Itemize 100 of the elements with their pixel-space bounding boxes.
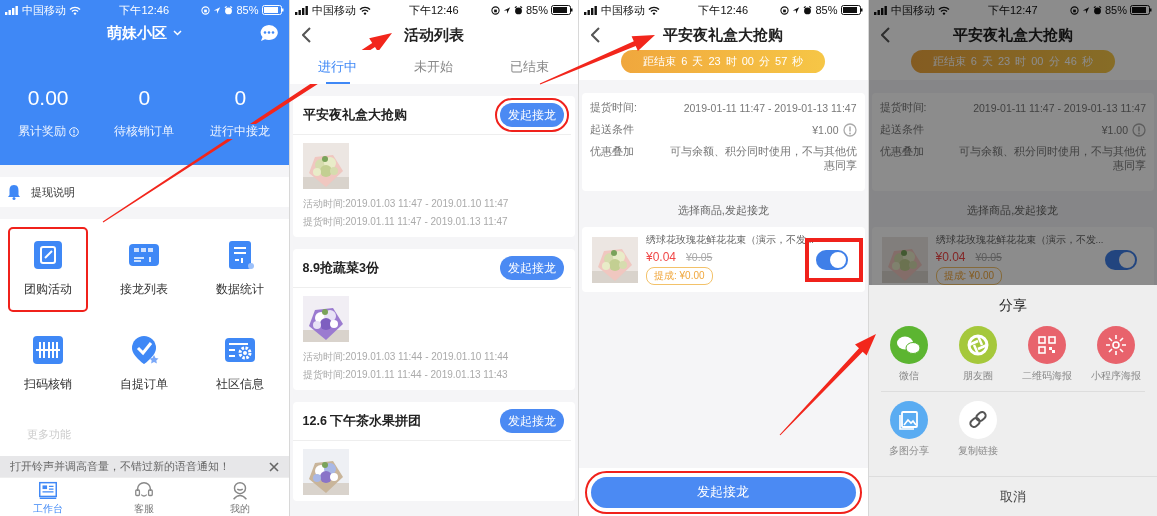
tab[interactable]: 已结束: [481, 50, 578, 84]
stat-label: 待核销订单: [114, 124, 175, 139]
tab-bar-item[interactable]: 我的: [192, 478, 289, 516]
time-range: 提货时间:2019.01.11 11:44 - 2019.01.13 11:43: [301, 368, 509, 382]
rotation-lock-icon: [780, 5, 790, 15]
battery-icon: [840, 5, 863, 15]
stat-label: 累计奖励: [17, 124, 66, 139]
stat-label: 进行中接龙: [210, 124, 271, 139]
countdown: 距结束 6 天 23 时 00 分 57 秒: [621, 50, 826, 73]
signal-icon: [294, 5, 309, 15]
notice-text[interactable]: 提现说明: [31, 184, 75, 200]
wifi-icon: [69, 5, 81, 15]
location-icon: [213, 5, 222, 15]
feature-button[interactable]: 接龙列表: [106, 229, 183, 310]
page-title: 活动列表: [402, 25, 465, 45]
feature-button[interactable]: 社区信息: [202, 324, 279, 405]
info-value: 可与余额、积分同时使用，不与其他优惠同享: [958, 145, 1146, 173]
status-time: 下午12:46: [409, 2, 459, 18]
carrier-name: 中国移动: [601, 2, 645, 18]
activity-card[interactable]: 8.9抢蔬菜3份 发起接龙 活动时间:2019.01.03 11:44 - 2019.01.10 11:44 提货时间:2019.01.11 11:44 - 2019.01.13 11:43: [292, 249, 575, 390]
status-time: 下午12:46: [119, 2, 169, 18]
share-option[interactable]: 小程序海报: [1081, 325, 1151, 383]
battery-icon: [551, 5, 573, 15]
battery-percent: 85%: [236, 4, 259, 16]
battery-icon: [1130, 5, 1152, 15]
close-icon[interactable]: [268, 461, 279, 472]
feature-button[interactable]: 自提订单: [106, 324, 183, 405]
chevron-down-icon[interactable]: [172, 30, 182, 36]
countdown: 距结束 6 天 23 时 00 分 46 秒: [910, 50, 1115, 73]
stat-value: 0: [138, 86, 151, 110]
activity-title: 12.6 下午茶水果拼团: [302, 412, 422, 430]
info-value: 2019-01-11 11:47 - 2019-01-13 11:47: [973, 102, 1146, 114]
share-option[interactable]: 复制链接: [943, 400, 1013, 458]
chat-icon[interactable]: [258, 24, 279, 42]
feature-button[interactable]: 数据统计: [202, 229, 279, 310]
info-label: 起送条件: [879, 123, 925, 137]
page-title: 平安夜礼盒大抢购: [951, 25, 1074, 45]
start-button[interactable]: 发起接龙: [500, 256, 564, 280]
price: ¥0.04: [646, 250, 677, 264]
location-icon: [502, 5, 511, 15]
stat-value: 0: [234, 86, 247, 110]
time-range: 提货时间:2019.01.11 11:47 - 2019.01.13 11:47: [301, 215, 509, 229]
wifi-icon: [358, 5, 371, 15]
carrier-name: 中国移动: [311, 2, 356, 18]
tab-bar-item[interactable]: 工作台: [0, 478, 97, 516]
price: ¥0.04: [935, 250, 966, 264]
bell-icon: [7, 184, 21, 200]
product-name: 绣球花玫瑰花鲜花花束（演示，不发...: [935, 234, 1104, 247]
feature-button[interactable]: 扫码核销: [10, 324, 87, 405]
alarm-icon: [513, 5, 523, 15]
time-range: 活动时间:2019.01.03 11:44 - 2019.01.10 11:44: [301, 350, 510, 364]
info-value: ¥1.00: [812, 124, 839, 136]
feature-button[interactable]: 团购活动: [10, 229, 87, 310]
alarm-icon: [224, 5, 234, 15]
time-range: 活动时间:2019.01.03 11:47 - 2019.01.10 11:47: [301, 197, 510, 211]
rotation-lock-icon: [490, 5, 500, 15]
share-option[interactable]: 朋友圈: [943, 325, 1013, 383]
info-value: 2019-01-11 11:47 - 2019-01-13 11:47: [683, 102, 857, 114]
status-time: 下午12:46: [698, 2, 748, 18]
info-value: 可与余额、积分同时使用，不与其他优惠同享: [668, 145, 857, 173]
battery-icon: [261, 5, 284, 15]
info-value: ¥1.00: [1101, 124, 1128, 136]
info-label: 起送条件: [590, 123, 635, 137]
alarm-icon: [803, 5, 813, 15]
commission-tag: 提成: ¥0.00: [646, 267, 713, 285]
status-time: 下午12:47: [988, 2, 1038, 18]
carrier-name: 中国移动: [22, 2, 66, 18]
toggle-switch[interactable]: [815, 249, 848, 270]
edit-icon: [32, 239, 65, 271]
tab[interactable]: 未开始: [385, 50, 482, 84]
page-title: 平安夜礼盒大抢购: [662, 25, 785, 45]
info-label: 提货时间:: [879, 101, 928, 115]
info-label: 优惠叠加: [879, 145, 925, 159]
activity-card[interactable]: 12.6 下午茶水果拼团 发起接龙: [292, 402, 575, 501]
alarm-icon: [1092, 5, 1102, 15]
wifi-icon: [648, 5, 660, 15]
activity-title: 8.9抢蔬菜3份: [302, 259, 379, 277]
tab-bar-item[interactable]: 客服: [96, 478, 193, 516]
original-price: ¥0.05: [686, 251, 713, 263]
location-icon: [1081, 5, 1090, 15]
stat-value: 0.00: [27, 86, 69, 110]
section-label: 选择商品,发起接龙: [677, 204, 769, 216]
activity-title: 平安夜礼盒大抢购: [302, 106, 407, 124]
share-option[interactable]: 多图分享: [874, 400, 944, 458]
wifi-icon: [937, 5, 950, 15]
news-icon: [37, 479, 60, 501]
community-title[interactable]: 萌妹小区: [106, 23, 167, 43]
share-option[interactable]: 二维码海报: [1012, 325, 1082, 383]
battery-percent: 85%: [815, 4, 838, 16]
section-label: 选择商品,发起接龙: [967, 204, 1059, 216]
toast-message: 打开铃声并调高音量，不错过新的语音通知！: [10, 459, 230, 474]
rotation-lock-icon: [201, 5, 211, 15]
activity-card[interactable]: 平安夜礼盒大抢购 发起接龙 活动时间:2019.01.03 11:47 - 2019.01.10 11:47 提货时间:2019.01.11 11:47 - 2019.01.13 11:47: [292, 96, 575, 237]
share-option[interactable]: 微信: [874, 325, 944, 383]
product-name: 绣球花玫瑰花鲜花花束（演示，不发...: [646, 234, 814, 247]
rotation-lock-icon: [1069, 5, 1079, 15]
info-label: 提货时间:: [590, 101, 638, 115]
start-button[interactable]: 发起接龙: [500, 409, 564, 433]
toggle-switch[interactable]: [1105, 249, 1137, 270]
signal-icon: [873, 5, 888, 15]
